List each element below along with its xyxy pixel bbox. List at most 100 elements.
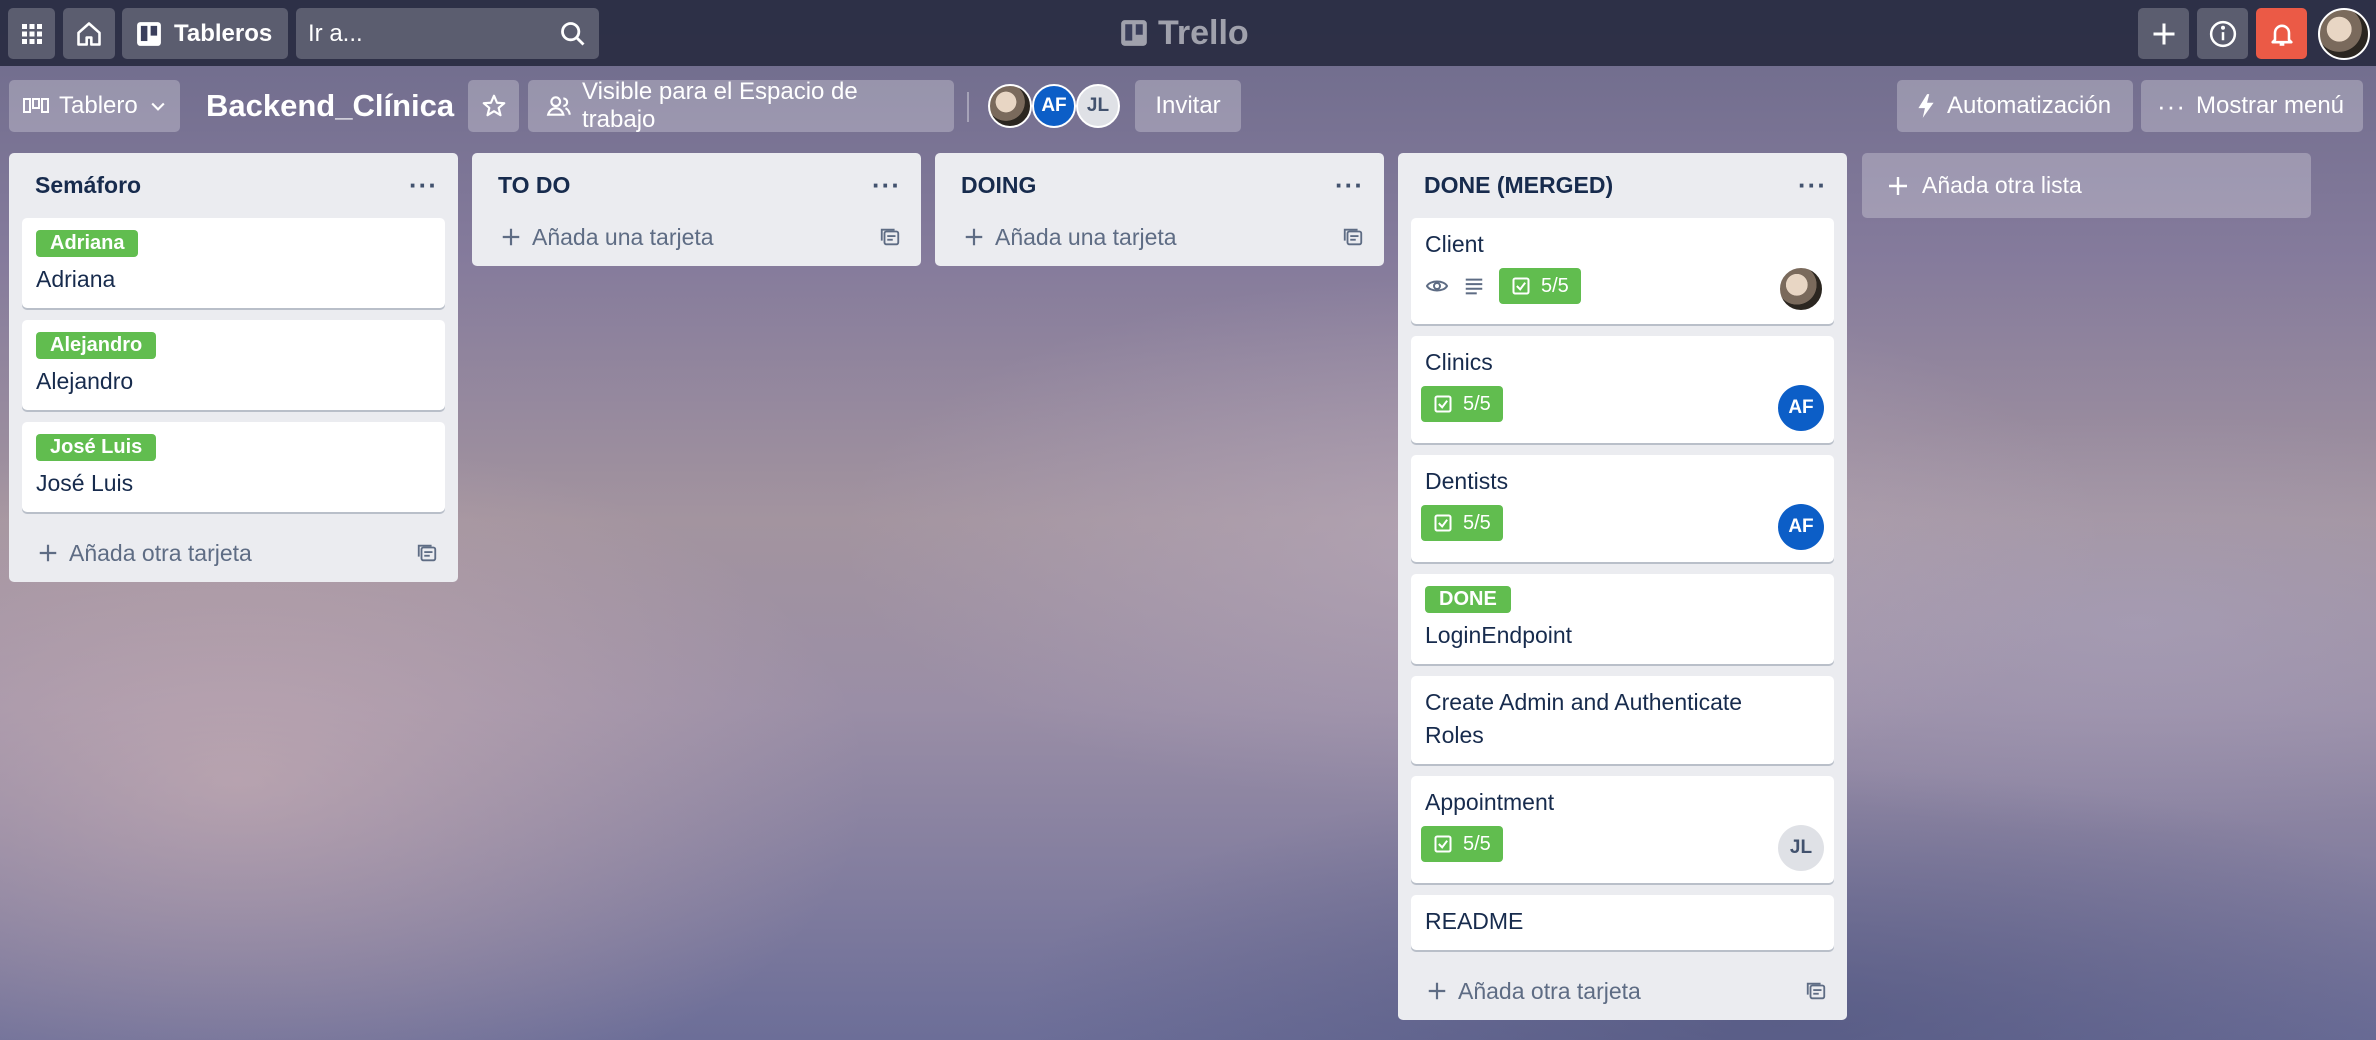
add-card-button[interactable]: Añada otra tarjeta: [9, 524, 458, 582]
add-card-button[interactable]: Añada otra tarjeta: [1398, 962, 1847, 1020]
automation-label: Automatización: [1947, 92, 2112, 119]
top-navigation-bar: Tableros Ir a... Trello: [0, 0, 2376, 66]
card-template-icon[interactable]: [416, 542, 438, 564]
checkbox-icon: [1433, 513, 1453, 533]
account-avatar[interactable]: [2318, 8, 2370, 60]
list-menu-icon[interactable]: ···: [1798, 170, 1827, 201]
card-member-avatar-af[interactable]: AF: [1778, 385, 1824, 431]
add-card-label: Añada una tarjeta: [995, 223, 1177, 250]
card-title: Appointment: [1425, 789, 1555, 815]
board-view-label: Tablero: [59, 92, 138, 119]
board-view-icon: [23, 96, 49, 116]
card-appointment[interactable]: Appointment 5/5 JL: [1411, 776, 1834, 883]
list-title[interactable]: TO DO: [498, 172, 570, 199]
apps-grid-button[interactable]: [8, 8, 55, 59]
list-to-do: TO DO ··· Añada una tarjeta: [472, 153, 921, 266]
apps-grid-icon: [20, 22, 44, 46]
card-login-endpoint[interactable]: DONE LoginEndpoint: [1411, 574, 1834, 664]
card-member-avatar-af[interactable]: AF: [1778, 504, 1824, 550]
trello-logo[interactable]: Trello: [1120, 10, 1249, 56]
star-icon: [481, 93, 507, 119]
card-title: Dentists: [1425, 468, 1509, 494]
card-template-icon[interactable]: [1342, 226, 1364, 248]
list-menu-icon[interactable]: ···: [409, 170, 438, 201]
card-member-avatar-jl[interactable]: JL: [1778, 825, 1824, 871]
member-initials: AF: [1041, 95, 1067, 116]
card-title: Create Admin and Authenticate Roles: [1425, 689, 1743, 748]
add-list-button[interactable]: Añada otra lista: [1862, 153, 2311, 218]
star-board-button[interactable]: [468, 80, 519, 132]
card-jose-luis[interactable]: José Luis José Luis: [22, 422, 445, 512]
show-menu-button[interactable]: ··· Mostrar menú: [2141, 80, 2363, 132]
description-icon: [1463, 275, 1485, 297]
card-clinics[interactable]: Clinics 5/5 AF: [1411, 336, 1834, 443]
member-initials: AF: [1788, 397, 1814, 418]
list-doing: DOING ··· Añada una tarjeta: [935, 153, 1384, 266]
checklist-badge: 5/5: [1499, 268, 1581, 304]
add-card-label: Añada otra tarjeta: [69, 539, 252, 566]
card-title: README: [1425, 908, 1524, 934]
header-divider: [967, 92, 969, 122]
checkbox-icon: [1511, 276, 1531, 296]
add-card-button[interactable]: Añada una tarjeta: [935, 208, 1384, 266]
more-dots-icon: ···: [2157, 90, 2186, 121]
card-title: Alejandro: [36, 368, 134, 394]
visibility-label: Visible para el Espacio de trabajo: [582, 78, 858, 133]
list-menu-icon[interactable]: ···: [872, 170, 901, 201]
board-title[interactable]: Backend_Clínica: [206, 80, 454, 132]
member-avatar-jl[interactable]: JL: [1076, 84, 1120, 128]
card-template-icon[interactable]: [879, 226, 901, 248]
card-alejandro[interactable]: Alejandro Alejandro: [22, 320, 445, 410]
search-input[interactable]: Ir a...: [296, 8, 599, 59]
list-title[interactable]: Semáforo: [35, 172, 141, 199]
plus-icon: [2150, 20, 2178, 48]
checklist-badge: 5/5: [1421, 505, 1503, 541]
list-menu-icon[interactable]: ···: [1335, 170, 1364, 201]
member-avatar-af[interactable]: AF: [1032, 84, 1076, 128]
add-card-button[interactable]: Añada una tarjeta: [472, 208, 921, 266]
plus-icon: [963, 226, 985, 248]
card-create-admin[interactable]: Create Admin and Authenticate Roles: [1411, 676, 1834, 764]
plus-icon: [1886, 174, 1910, 198]
card-title: José Luis: [36, 470, 134, 496]
card-template-icon[interactable]: [1805, 980, 1827, 1002]
show-menu-label: Mostrar menú: [2195, 92, 2345, 119]
checklist-count: 5/5: [1463, 832, 1491, 855]
info-button[interactable]: [2197, 8, 2248, 59]
watching-eye-icon: [1425, 274, 1449, 298]
member-avatar-photo[interactable]: [988, 84, 1032, 128]
bell-icon: [2268, 20, 2296, 48]
plus-icon: [500, 226, 522, 248]
checklist-badge: 5/5: [1421, 386, 1503, 422]
boards-button[interactable]: Tableros: [122, 8, 288, 59]
visibility-button[interactable]: Visible para el Espacio de trabajo: [528, 78, 954, 133]
add-card-label: Añada otra tarjeta: [1458, 977, 1641, 1004]
list-semaforo: Semáforo ··· Adriana Adriana Alejandro A…: [9, 153, 458, 582]
list-title[interactable]: DOING: [961, 172, 1036, 199]
list-title[interactable]: DONE (MERGED): [1424, 172, 1613, 199]
boards-label: Tableros: [174, 19, 273, 47]
card-member-avatar-photo[interactable]: [1778, 266, 1824, 312]
workspace-visibility-icon: [546, 93, 572, 119]
card-dentists[interactable]: Dentists 5/5 AF: [1411, 455, 1834, 562]
member-initials: AF: [1788, 516, 1814, 537]
create-button[interactable]: [2138, 8, 2189, 59]
card-readme[interactable]: README: [1411, 895, 1834, 950]
board-view-switcher[interactable]: Tablero: [9, 80, 180, 132]
checklist-count: 5/5: [1463, 511, 1491, 534]
card-client[interactable]: Client 5/5: [1411, 218, 1834, 324]
notifications-button[interactable]: [2256, 8, 2307, 59]
card-adriana[interactable]: Adriana Adriana: [22, 218, 445, 308]
card-label: Adriana: [36, 230, 139, 257]
trello-logo-text: Trello: [1158, 13, 1249, 52]
add-card-label: Añada una tarjeta: [532, 223, 714, 250]
automation-button[interactable]: Automatización: [1897, 80, 2133, 132]
boards-icon: [136, 21, 162, 47]
trello-logo-icon: [1120, 19, 1148, 47]
home-icon: [75, 20, 103, 48]
invite-button[interactable]: Invitar: [1135, 80, 1241, 132]
checklist-count: 5/5: [1463, 392, 1491, 415]
home-button[interactable]: [63, 8, 115, 59]
member-initials: JL: [1789, 837, 1813, 858]
checkbox-icon: [1433, 834, 1453, 854]
